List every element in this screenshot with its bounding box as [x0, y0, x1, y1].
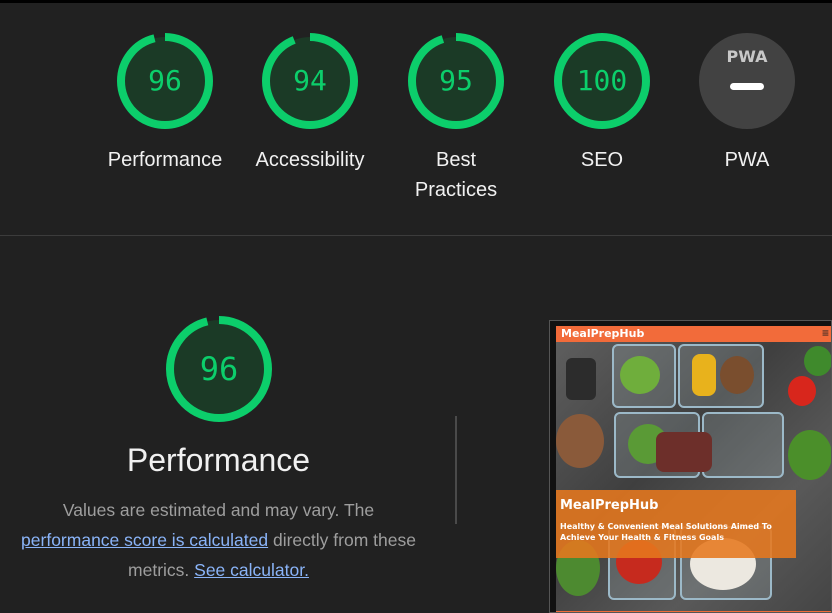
food-jar — [566, 358, 596, 400]
performance-score: 96 — [199, 350, 239, 388]
pwa-badge-text: PWA — [726, 47, 768, 66]
performance-score-link[interactable]: performance score is calculated — [21, 530, 268, 550]
gauge-score: 94 — [293, 64, 327, 97]
pwa-dash-icon — [730, 83, 764, 90]
hero-banner: MealPrepHub Healthy & Convenient Meal So… — [556, 490, 796, 558]
gauge-label: Best Practices — [414, 149, 498, 201]
gauge-ring: 96 — [117, 33, 213, 129]
food-pepper — [788, 376, 816, 406]
food-greens — [804, 346, 831, 376]
container-box — [702, 412, 784, 478]
site-navbar: MealPrepHub ≡ — [556, 326, 831, 342]
section-divider — [0, 235, 832, 236]
food-corn — [692, 354, 716, 396]
top-border — [0, 0, 832, 3]
gauge-label: SEO — [580, 149, 624, 171]
pwa-badge: PWA — [699, 33, 795, 129]
vertical-separator — [455, 416, 457, 524]
site-brand: MealPrepHub — [561, 327, 645, 340]
gauge-pwa[interactable]: PWA PWA — [674, 33, 820, 175]
performance-gauge: 96 — [165, 315, 273, 423]
gauge-ring: 100 — [554, 33, 650, 129]
final-screenshot[interactable]: MealPrepHub Healthy & Convenient Meal So… — [549, 320, 832, 613]
gauge-score: 95 — [439, 64, 473, 97]
gauge-label: Performance — [107, 149, 223, 171]
see-calculator-link[interactable]: See calculator. — [194, 560, 309, 580]
food-cucumber — [620, 356, 660, 394]
gauge-best-practices[interactable]: 95 Best Practices — [383, 33, 529, 205]
gauge-ring: 95 — [408, 33, 504, 129]
performance-description: Values are estimated and may vary. The p… — [10, 495, 427, 585]
gauge-score: 96 — [148, 64, 182, 97]
food-steak — [656, 432, 712, 472]
hero-subtitle: Healthy & Convenient Meal Solutions Aime… — [560, 522, 772, 542]
gauge-seo[interactable]: 100 SEO — [529, 33, 675, 175]
hero-title: MealPrepHub — [560, 498, 659, 513]
gauge-label: Accessibility — [255, 149, 365, 171]
gauge-score: 100 — [576, 64, 628, 97]
food-mushroom — [720, 356, 754, 394]
description-prefix: Values are estimated and may vary. The — [62, 500, 375, 520]
meal-prep-photo: MealPrepHub Healthy & Convenient Meal So… — [556, 342, 831, 612]
gauge-label: PWA — [724, 149, 770, 171]
gauge-performance[interactable]: 96 Performance — [92, 33, 238, 175]
hamburger-menu-icon: ≡ — [821, 326, 829, 340]
gauge-accessibility[interactable]: 94 Accessibility — [237, 33, 383, 175]
food-broccoli — [788, 430, 831, 480]
screenshot-content: MealPrepHub Healthy & Convenient Meal So… — [556, 326, 831, 612]
performance-title: Performance — [126, 442, 311, 478]
gauge-ring: 94 — [262, 33, 358, 129]
food-salad — [556, 414, 604, 468]
